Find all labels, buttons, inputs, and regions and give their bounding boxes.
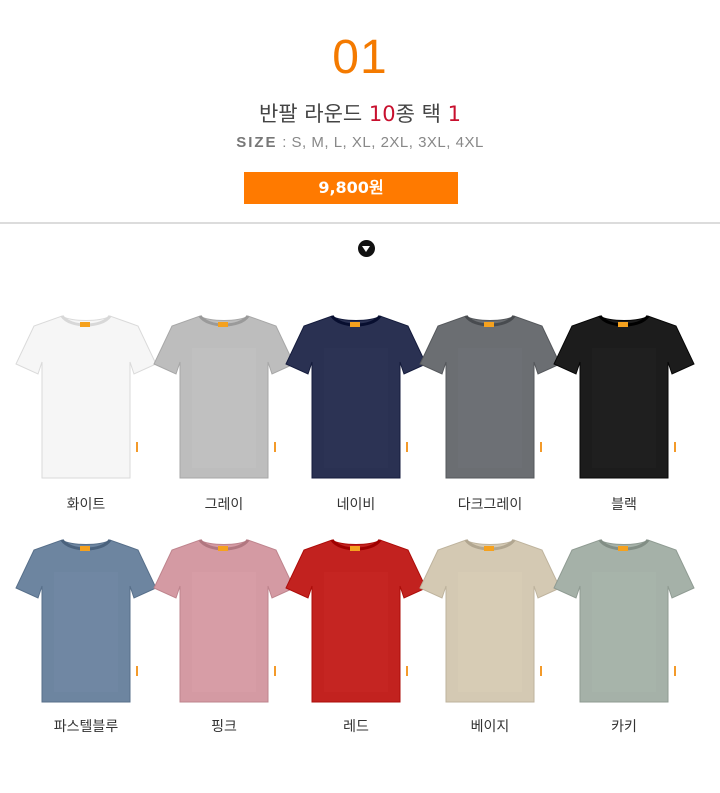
tshirt-icon — [419, 314, 561, 479]
product-color-name: 카키 — [611, 719, 637, 735]
tshirt-icon — [553, 538, 695, 703]
product-color-name: 화이트 — [66, 497, 106, 513]
product-color-name: 핑크 — [211, 719, 237, 735]
tshirt-icon — [553, 314, 695, 479]
tshirt-icon — [15, 314, 157, 479]
product-option[interactable]: 다크그레이 — [418, 308, 562, 513]
color-options-grid: 화이트 그레이 네이비 다크그레이 블랙파스텔블루 핑크 레드 베이지 카키 — [0, 0, 720, 793]
product-option[interactable]: 카키 — [552, 532, 696, 735]
product-option[interactable]: 핑크 — [152, 532, 296, 735]
product-option[interactable]: 블랙 — [552, 308, 696, 513]
product-option[interactable]: 화이트 — [14, 308, 158, 513]
product-color-name: 다크그레이 — [457, 497, 523, 513]
tshirt-icon — [153, 538, 295, 703]
product-color-name: 블랙 — [611, 497, 637, 513]
product-option[interactable]: 파스텔블루 — [14, 532, 158, 735]
product-option[interactable]: 베이지 — [418, 532, 562, 735]
product-color-name: 네이비 — [336, 497, 376, 513]
product-color-name: 레드 — [343, 719, 369, 735]
product-color-name: 그레이 — [204, 497, 244, 513]
tshirt-icon — [153, 314, 295, 479]
tshirt-icon — [419, 538, 561, 703]
product-option[interactable]: 네이비 — [284, 308, 428, 513]
tshirt-icon — [15, 538, 157, 703]
product-option[interactable]: 그레이 — [152, 308, 296, 513]
product-option[interactable]: 레드 — [284, 532, 428, 735]
tshirt-icon — [285, 314, 427, 479]
product-color-name: 파스텔블루 — [53, 719, 119, 735]
tshirt-icon — [285, 538, 427, 703]
product-color-name: 베이지 — [470, 719, 510, 735]
